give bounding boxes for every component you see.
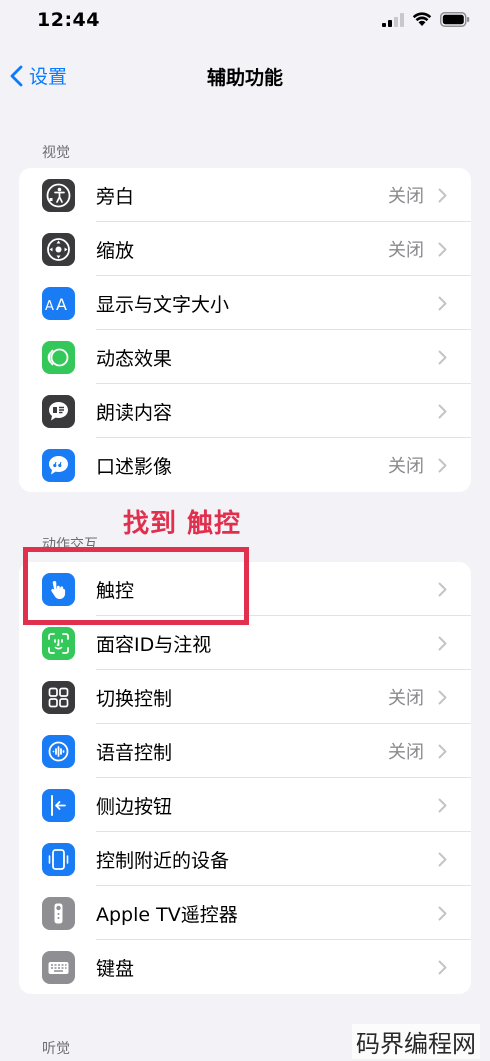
apple-tv-remote-icon <box>42 897 75 930</box>
chevron-right-icon <box>438 798 447 813</box>
zoom-icon <box>42 233 75 266</box>
settings-row-value: 关闭 <box>388 456 424 477</box>
settings-row-label: 显示与文字大小 <box>96 293 230 316</box>
settings-row-keyboard[interactable]: 键盘 <box>19 940 471 994</box>
settings-row-side-button[interactable]: 侧边按钮 <box>19 778 471 832</box>
side-button-icon <box>42 789 75 822</box>
settings-row-label: Apple TV遥控器 <box>96 903 238 926</box>
settings-row-motion[interactable]: 动态效果 <box>19 330 471 384</box>
chevron-right-icon <box>438 906 447 921</box>
battery-icon <box>440 12 470 31</box>
settings-row-label: 控制附近的设备 <box>96 849 230 872</box>
voiceover-icon <box>42 179 75 212</box>
chevron-right-icon <box>438 744 447 759</box>
chevron-right-icon <box>438 296 447 311</box>
switch-control-icon <box>42 681 75 714</box>
cellular-signal-icon <box>382 12 404 31</box>
chevron-right-icon <box>438 350 447 365</box>
nearby-devices-icon <box>42 843 75 876</box>
face-id-icon <box>42 627 75 660</box>
settings-row-value: 关闭 <box>388 240 424 261</box>
annotation-text: 找到 触控 <box>123 509 242 539</box>
settings-row-display-text-size[interactable]: A A 显示与文字大小 <box>19 276 471 330</box>
settings-row-switch-control[interactable]: 切换控制 关闭 <box>19 670 471 724</box>
settings-row-label: 侧边按钮 <box>96 795 173 818</box>
settings-row-value: 关闭 <box>388 688 424 709</box>
chevron-right-icon <box>438 458 447 473</box>
section-header-hearing: 听觉 <box>42 1041 70 1057</box>
settings-row-label: 键盘 <box>96 957 135 980</box>
chevron-right-icon <box>438 404 447 419</box>
settings-row-label: 缩放 <box>96 239 135 262</box>
settings-row-value: 关闭 <box>388 186 424 207</box>
settings-row-label: 旁白 <box>96 185 135 208</box>
section-header-vision: 视觉 <box>42 145 70 161</box>
keyboard-icon <box>42 951 75 984</box>
chevron-right-icon <box>438 690 447 705</box>
settings-row-voice-control[interactable]: 语音控制 关闭 <box>19 724 471 778</box>
annotation-highlight-box <box>23 547 249 625</box>
settings-row-voiceover[interactable]: 旁白 关闭 <box>19 168 471 222</box>
settings-row-label: 动态效果 <box>96 347 173 370</box>
text-size-icon: A A <box>42 287 75 320</box>
settings-row-apple-tv-remote[interactable]: Apple TV遥控器 <box>19 886 471 940</box>
chevron-right-icon <box>438 242 447 257</box>
settings-row-spoken-content[interactable]: 朗读内容 <box>19 384 471 438</box>
settings-row-label: 朗读内容 <box>96 401 173 424</box>
settings-row-label: 口述影像 <box>96 455 173 478</box>
chevron-right-icon <box>438 636 447 651</box>
settings-row-control-nearby-devices[interactable]: 控制附近的设备 <box>19 832 471 886</box>
voice-control-icon <box>42 735 75 768</box>
settings-row-label: 切换控制 <box>96 687 173 710</box>
motion-icon <box>42 341 75 374</box>
chevron-right-icon <box>438 852 447 867</box>
spoken-content-icon <box>42 395 75 428</box>
audio-description-icon <box>42 449 75 482</box>
settings-group-physical-motor: 触控 面容ID与注视 切换控制 关闭 语音控制 关闭 侧边按钮 控制附近的设备 … <box>19 562 471 994</box>
settings-group-vision: 旁白 关闭 缩放 关闭 A A 显示与文字大小 动态效果 朗读内容 口述影像 关… <box>19 168 471 492</box>
settings-row-label: 面容ID与注视 <box>96 633 212 656</box>
settings-row-value: 关闭 <box>388 742 424 763</box>
page-title: 辅助功能 <box>206 67 283 89</box>
chevron-right-icon <box>438 582 447 597</box>
settings-row-audio-description[interactable]: 口述影像 关闭 <box>19 438 471 492</box>
settings-row-zoom[interactable]: 缩放 关闭 <box>19 222 471 276</box>
settings-row-label: 语音控制 <box>96 741 173 764</box>
chevron-right-icon <box>438 188 447 203</box>
svg-text:A: A <box>45 299 54 314</box>
wifi-icon <box>412 12 432 31</box>
navigation-bar: 设置 辅助功能 <box>0 50 490 100</box>
status-time: 12:44 <box>37 9 100 31</box>
chevron-right-icon <box>438 960 447 975</box>
svg-text:A: A <box>56 295 67 314</box>
status-icons <box>382 12 470 31</box>
status-bar: 12:44 <box>0 0 490 46</box>
watermark: 码界编程网 <box>352 1024 480 1059</box>
